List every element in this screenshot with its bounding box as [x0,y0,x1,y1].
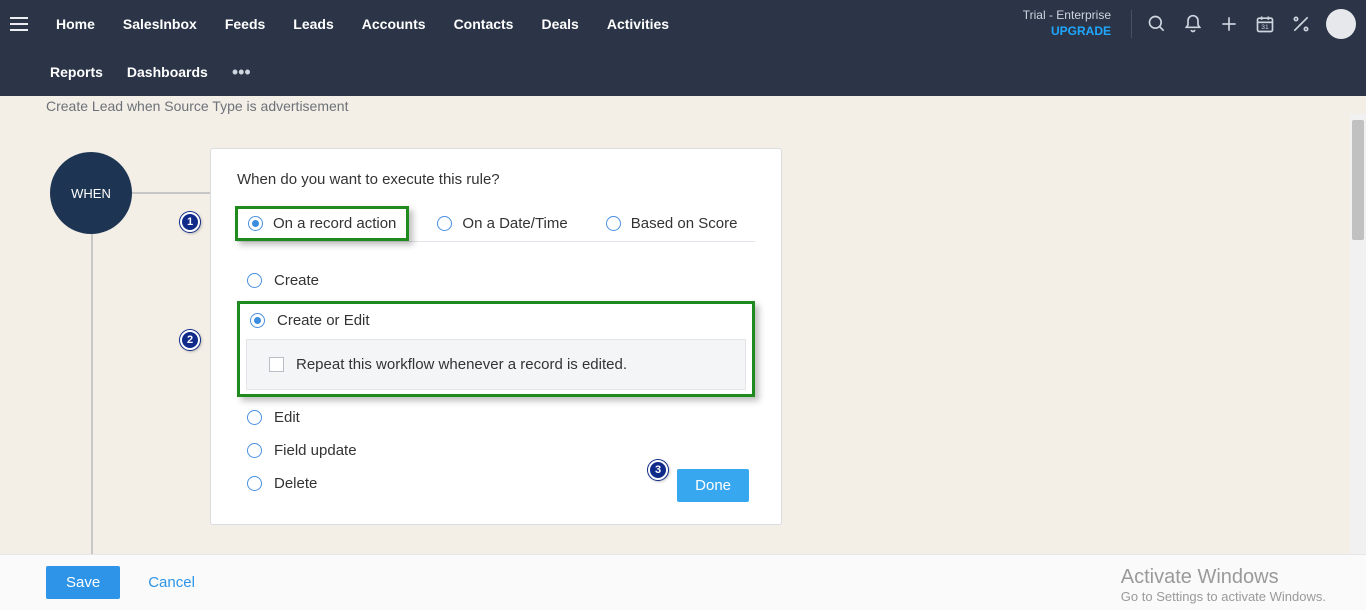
watermark-title: Activate Windows [1121,566,1326,589]
trigger-label: Based on Score [631,215,738,232]
menu-icon[interactable] [10,17,28,31]
step-badge-2: 2 [180,330,200,350]
trigger-score[interactable]: Based on Score [606,215,738,232]
nav-dashboards[interactable]: Dashboards [115,48,220,96]
action-label: Create or Edit [277,312,370,329]
panel-title: When do you want to execute this rule? [237,171,755,188]
trigger-date-time[interactable]: On a Date/Time [437,215,567,232]
nav-row-2: Reports Dashboards ••• [0,48,1366,96]
nav-leads[interactable]: Leads [279,0,347,48]
nav-activities[interactable]: Activities [593,0,683,48]
radio-icon [247,410,262,425]
rule-subtitle: Create Lead when Source Type is advertis… [0,96,1366,114]
scroll-thumb[interactable] [1352,120,1364,240]
nav-accounts[interactable]: Accounts [348,0,440,48]
nav-deals[interactable]: Deals [527,0,592,48]
radio-icon [247,443,262,458]
trial-label: Trial - Enterprise [1023,8,1111,24]
radio-icon [606,216,621,231]
scrollbar[interactable] [1350,114,1366,562]
highlight-2: Create or Edit Repeat this workflow when… [237,301,755,397]
plus-icon[interactable] [1218,13,1240,35]
nav-feeds[interactable]: Feeds [211,0,279,48]
radio-icon [247,273,262,288]
search-icon[interactable] [1146,13,1168,35]
rule-panel: When do you want to execute this rule? O… [210,148,782,525]
radio-icon [250,313,265,328]
repeat-row[interactable]: Repeat this workflow whenever a record i… [246,339,746,390]
action-field-update[interactable]: Field update [237,434,755,467]
nav-row-1: Home SalesInbox Feeds Leads Accounts Con… [0,0,1366,48]
action-label: Field update [274,442,357,459]
action-create-or-edit[interactable]: Create or Edit [246,308,746,337]
step-badge-3: 3 [648,460,668,480]
step-badge-1: 1 [180,212,200,232]
more-icon[interactable]: ••• [220,62,263,83]
svg-text:31: 31 [1261,24,1269,31]
avatar[interactable] [1326,9,1356,39]
separator [1131,10,1132,38]
cancel-link[interactable]: Cancel [148,574,195,591]
checkbox-icon[interactable] [269,357,284,372]
trigger-label: On a Date/Time [462,215,567,232]
radio-icon [247,476,262,491]
tools-icon[interactable] [1290,13,1312,35]
radio-icon [437,216,452,231]
action-label: Create [274,272,319,289]
connector-vertical [91,234,93,574]
save-button[interactable]: Save [46,566,120,599]
nav-contacts[interactable]: Contacts [440,0,528,48]
trial-block: Trial - Enterprise UPGRADE [1023,8,1117,39]
when-node: WHEN [50,152,132,234]
trigger-label: On a record action [273,215,396,232]
upgrade-link[interactable]: UPGRADE [1023,24,1111,40]
action-list: Create Create or Edit Repeat this workfl… [237,264,755,500]
nav-right: Trial - Enterprise UPGRADE 31 [1023,8,1356,39]
watermark-subtitle: Go to Settings to activate Windows. [1121,589,1326,604]
nav-salesinbox[interactable]: SalesInbox [109,0,211,48]
action-edit[interactable]: Edit [237,401,755,434]
bell-icon[interactable] [1182,13,1204,35]
trigger-record-action[interactable]: On a record action [248,215,396,232]
nav-left: Home SalesInbox Feeds Leads Accounts Con… [10,0,683,48]
connector-horizontal [132,192,210,194]
nav-reports[interactable]: Reports [38,48,115,96]
highlight-1: On a record action [235,206,409,241]
trigger-row: On a record action On a Date/Time Based … [237,206,755,242]
radio-icon [248,216,263,231]
action-create[interactable]: Create [237,264,755,297]
topbar: Home SalesInbox Feeds Leads Accounts Con… [0,0,1366,96]
windows-watermark: Activate Windows Go to Settings to activ… [1121,566,1326,604]
done-button[interactable]: Done [677,469,749,502]
action-label: Delete [274,475,317,492]
content-area: WHEN When do you want to execute this ru… [0,114,1366,562]
nav-home[interactable]: Home [42,0,109,48]
footer-bar: Save Cancel Activate Windows Go to Setti… [0,554,1366,610]
repeat-label: Repeat this workflow whenever a record i… [296,356,627,373]
action-label: Edit [274,409,300,426]
calendar-icon[interactable]: 31 [1254,13,1276,35]
